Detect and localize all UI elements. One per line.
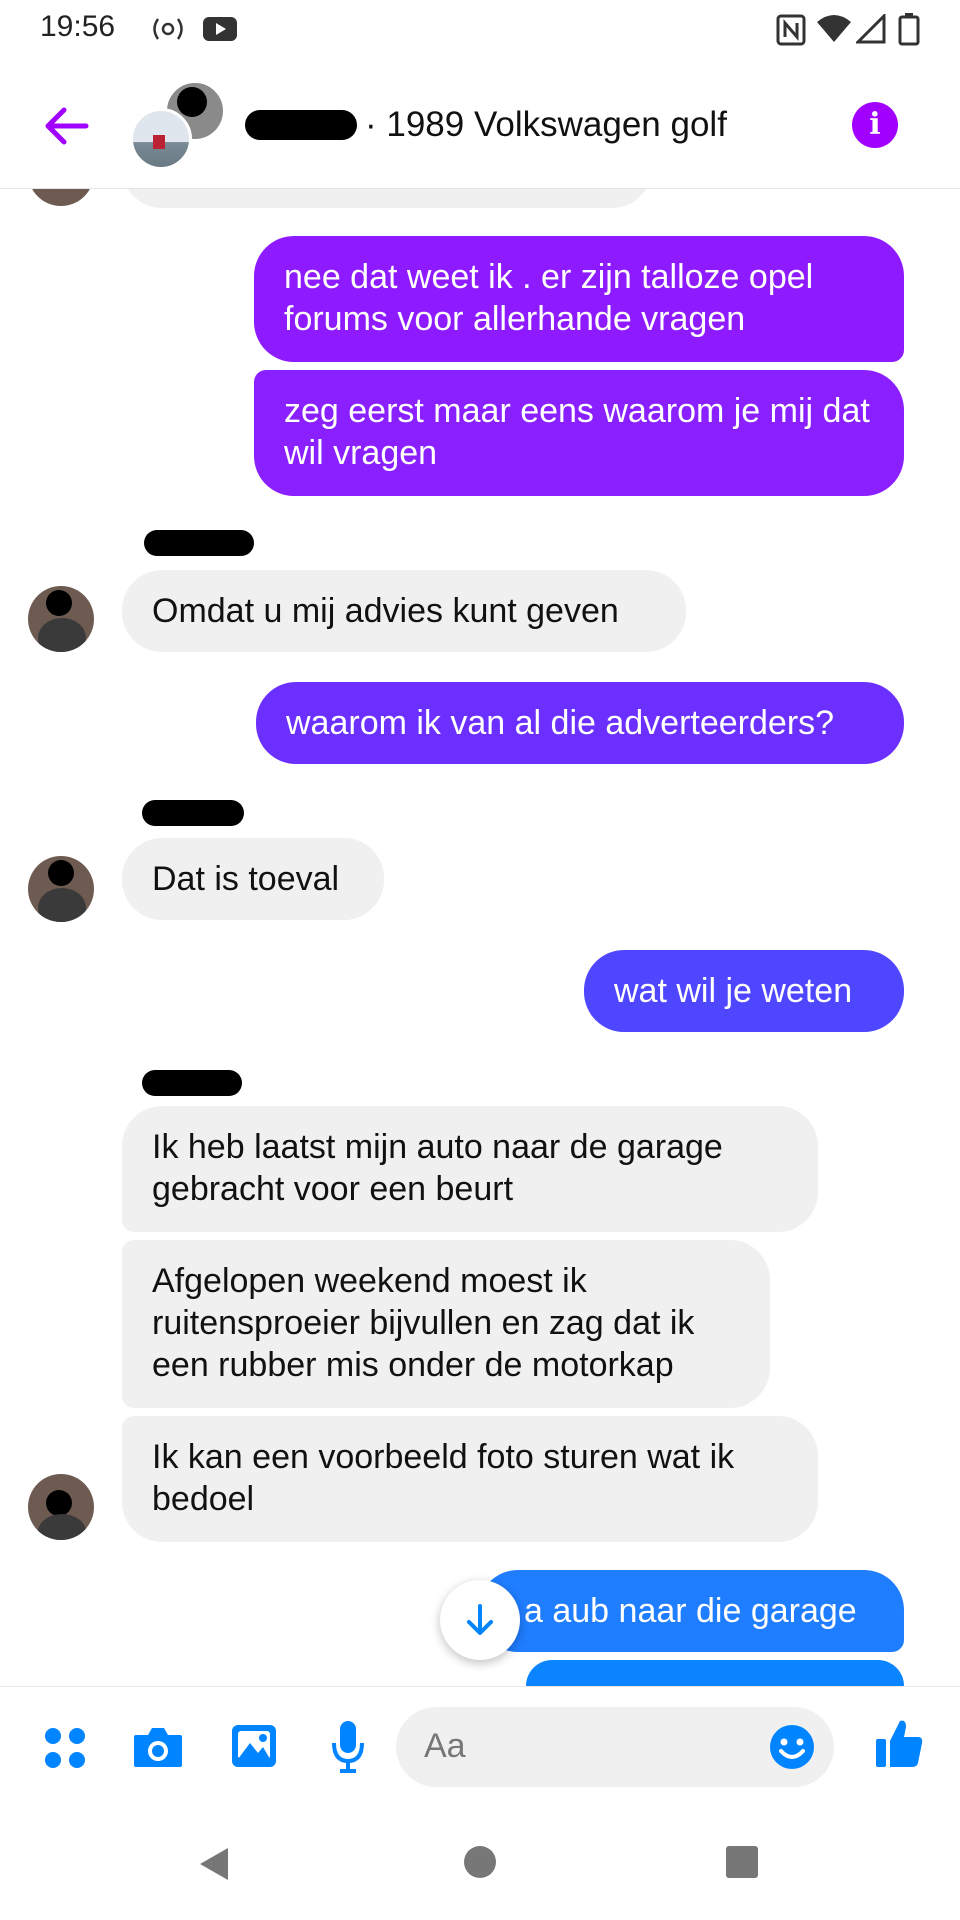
camera-icon[interactable] xyxy=(132,1723,184,1769)
message-text: a aub naar die garage xyxy=(524,1592,857,1630)
status-time: 19:56 xyxy=(40,10,116,43)
message-text: wat wil je weten xyxy=(614,972,853,1010)
nfc-icon xyxy=(776,14,806,46)
radio-icon xyxy=(153,18,183,40)
nav-home-icon[interactable] xyxy=(462,1844,498,1880)
message-bubble-outgoing-partial[interactable] xyxy=(526,1660,904,1686)
message-text: waarom ik van al die adverteerders? xyxy=(286,704,835,742)
message-bubble-outgoing[interactable]: nee dat weet ik . er zijn talloze opel f… xyxy=(254,236,904,362)
wifi-icon xyxy=(817,15,851,42)
message-bubble-outgoing[interactable]: a aub naar die garage xyxy=(478,1570,904,1652)
message-text: Omdat u mij advies kunt geven xyxy=(152,592,619,630)
nav-back-icon[interactable] xyxy=(194,1844,234,1884)
message-text: Ik heb laatst mijn auto naar de garage g… xyxy=(152,1128,723,1208)
mic-icon[interactable] xyxy=(330,1719,366,1773)
message-bubble-incoming[interactable]: Ik heb laatst mijn auto naar de garage g… xyxy=(122,1106,818,1232)
battery-icon xyxy=(898,13,920,46)
message-input-placeholder: Aa xyxy=(424,1727,466,1765)
scroll-down-icon xyxy=(467,1604,493,1635)
apps-icon[interactable] xyxy=(42,1725,88,1771)
sender-name-redacted xyxy=(142,1070,242,1096)
message-bubble-incoming[interactable]: Dat is toeval xyxy=(122,838,384,920)
message-bubble-outgoing[interactable]: waarom ik van al die adverteerders? xyxy=(256,682,904,764)
redacted-name xyxy=(245,110,357,140)
sender-name-redacted xyxy=(144,530,254,556)
status-bar: 19:56 xyxy=(0,0,960,60)
avatar xyxy=(130,108,192,170)
conversation-header: · 1989 Volkswagen golf i xyxy=(0,60,960,189)
message-text: Afgelopen weekend moest ik ruitensproeie… xyxy=(152,1262,695,1384)
thumbs-up-icon[interactable] xyxy=(874,1717,924,1769)
youtube-icon xyxy=(203,17,237,41)
android-nav-bar xyxy=(0,1806,960,1920)
info-icon[interactable]: i xyxy=(852,102,898,148)
message-bubble-incoming[interactable]: Afgelopen weekend moest ik ruitensproeie… xyxy=(122,1240,770,1408)
message-bubble-outgoing[interactable]: zeg eerst maar eens waarom je mij dat wi… xyxy=(254,370,904,496)
signal-icon xyxy=(856,14,886,44)
message-text: Dat is toeval xyxy=(152,860,340,898)
emoji-icon[interactable] xyxy=(768,1723,816,1771)
conversation-title[interactable]: · 1989 Volkswagen golf xyxy=(245,100,727,150)
message-text: nee dat weet ik . er zijn talloze opel f… xyxy=(284,258,814,338)
message-bubble-incoming[interactable]: Omdat u mij advies kunt geven xyxy=(122,570,686,652)
message-text: zeg eerst maar eens waarom je mij dat wi… xyxy=(284,392,870,472)
avatar[interactable] xyxy=(28,856,94,922)
page-title: · 1989 Volkswagen golf xyxy=(365,105,727,144)
sender-name-redacted xyxy=(142,800,244,826)
nav-recents-icon[interactable] xyxy=(724,1844,760,1880)
avatar[interactable] xyxy=(28,1474,94,1540)
message-input[interactable]: Aa xyxy=(396,1707,834,1787)
avatar[interactable] xyxy=(28,586,94,652)
back-arrow-icon[interactable] xyxy=(36,96,96,156)
image-icon[interactable] xyxy=(230,1723,278,1769)
scroll-down-button[interactable] xyxy=(440,1580,520,1660)
message-bubble-incoming[interactable]: Ik kan een voorbeeld foto sturen wat ik … xyxy=(122,1416,818,1542)
message-text: Ik kan een voorbeeld foto sturen wat ik … xyxy=(152,1438,735,1518)
message-composer: Aa xyxy=(0,1686,960,1807)
group-avatar[interactable] xyxy=(130,80,226,170)
message-bubble-outgoing[interactable]: wat wil je weten xyxy=(584,950,904,1032)
